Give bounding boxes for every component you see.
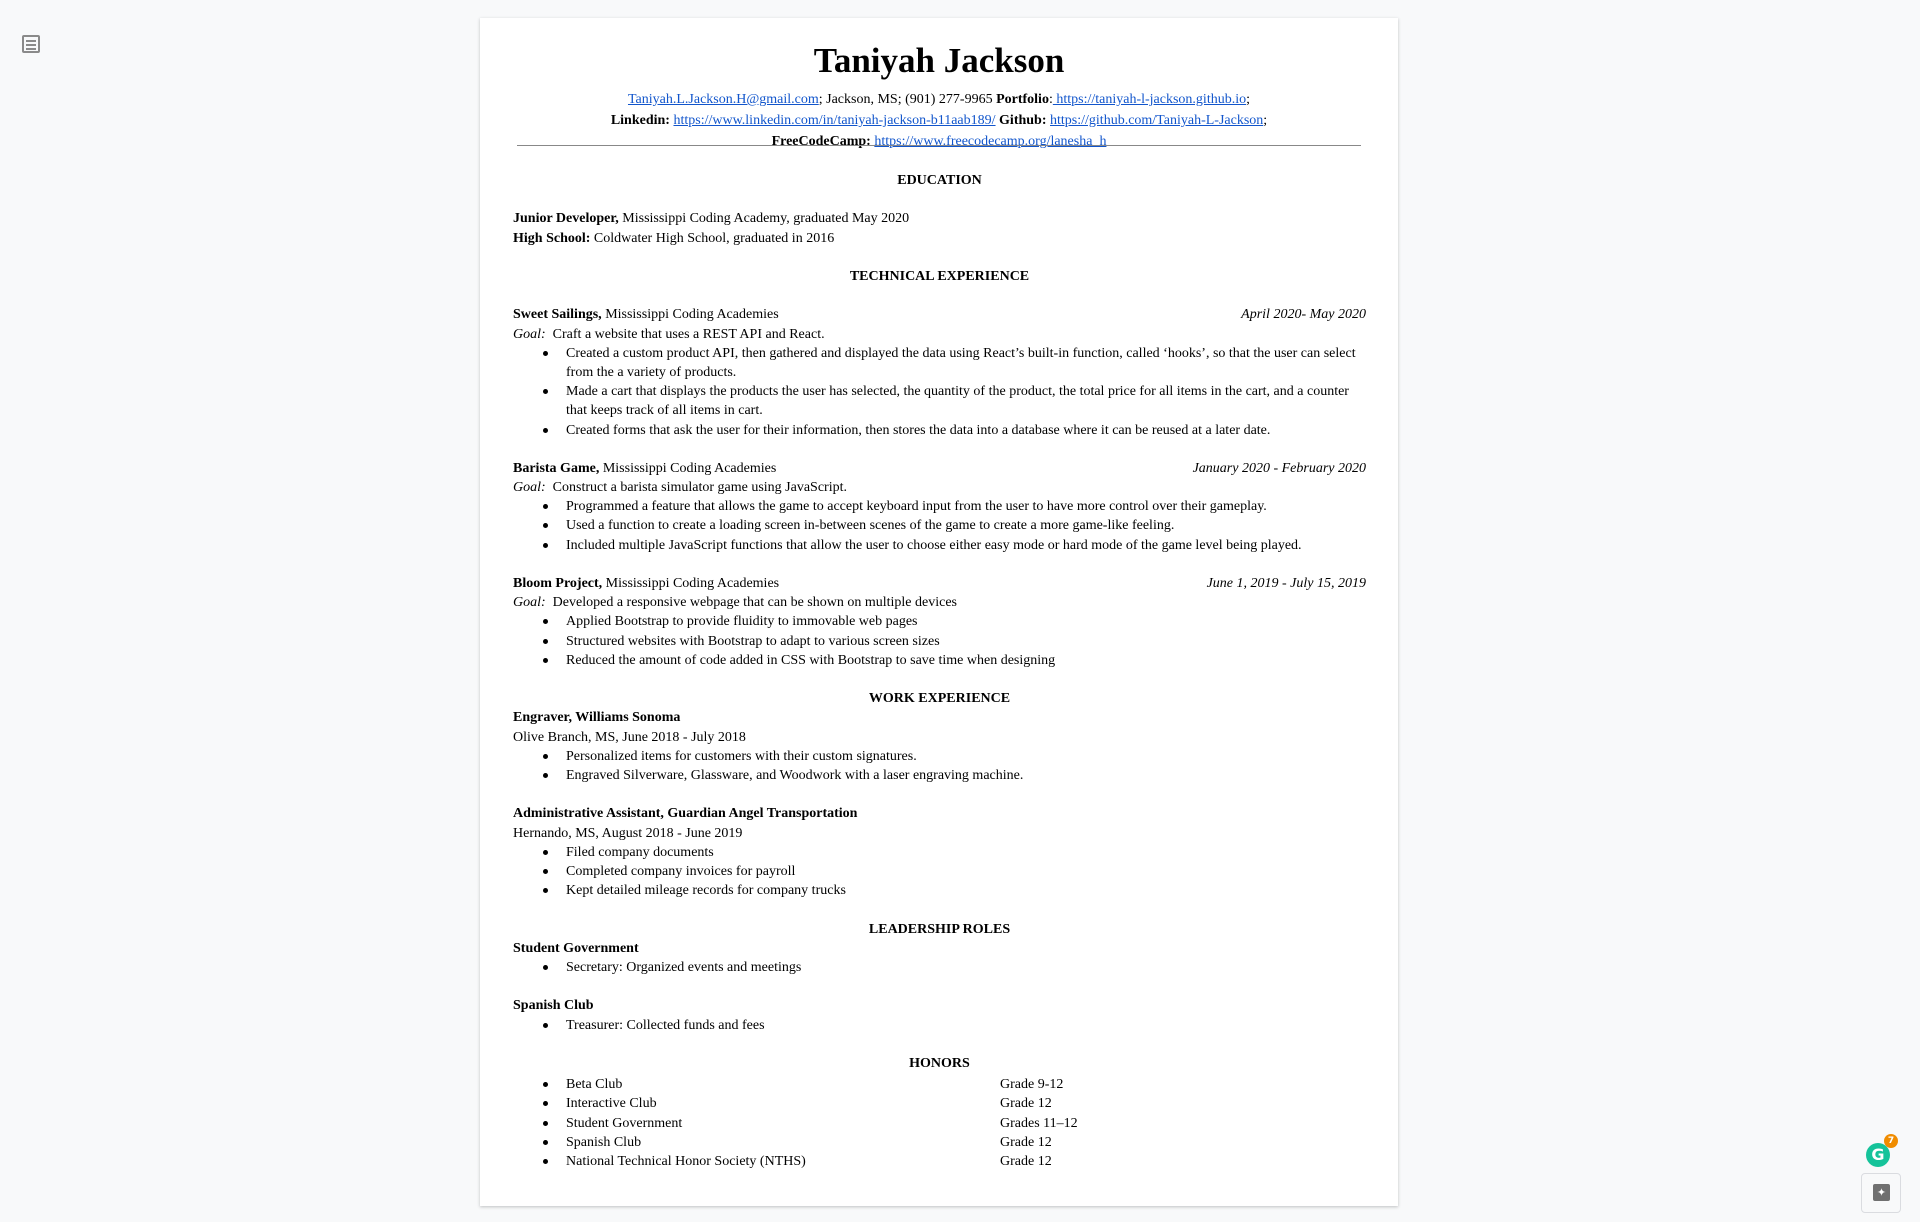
honor-grade: Grade 12 <box>1000 1096 1052 1112</box>
honor-name: Beta Club <box>566 1077 623 1093</box>
job-title: Administrative Assistant, Guardian Angel… <box>513 806 858 822</box>
honor-item: Beta Club Grade 9-12 <box>513 1075 1366 1094</box>
role-title: Student Government <box>513 940 639 956</box>
divider <box>517 145 1361 146</box>
honor-name: National Technical Honor Society (NTHS) <box>566 1153 806 1169</box>
project-dates: January 2020 - February 2020 <box>1192 460 1366 476</box>
bullet-item: Used a function to create a loading scre… <box>513 516 1366 535</box>
project-dates: April 2020- May 2020 <box>1241 307 1366 323</box>
project-title: Barista Game, <box>513 460 600 476</box>
section-heading-leadership: LEADERSHIP ROLES <box>868 921 1011 937</box>
portfolio-label: Portfolio <box>996 92 1049 107</box>
project-goal: Goal: Developed a responsive webpage that… <box>513 593 1366 612</box>
github-link[interactable]: https://github.com/Taniyah-L-Jackson <box>1050 113 1263 128</box>
bullet-item: Created forms that ask the user for thei… <box>513 421 1366 440</box>
job-meta: Hernando, MS, August 2018 - June 2019 <box>513 825 743 841</box>
job-meta: Olive Branch, MS, June 2018 - July 2018 <box>513 729 746 745</box>
section-heading-education: EDUCATION <box>897 173 982 188</box>
bullet-item: Secretary: Organized events and meetings <box>513 958 1366 977</box>
bullet-item: Completed company invoices for payroll <box>513 862 1366 881</box>
resume-name: Taniyah Jackson <box>813 41 1065 80</box>
freecodecamp-label: FreeCodeCamp: <box>771 134 871 149</box>
honor-item: Spanish Club Grade 12 <box>513 1133 1366 1152</box>
education-title: High School: <box>513 230 591 246</box>
bullet-item: Reduced the amount of code added in CSS … <box>513 651 1366 670</box>
linkedin-link[interactable]: https://www.linkedin.com/in/taniyah-jack… <box>673 113 995 128</box>
sparkle-icon: ✦ <box>1873 1184 1890 1201</box>
contact-info: Taniyah.L.Jackson.H@gmail.com; Jackson, … <box>610 92 1268 149</box>
job-title: Engraver, Williams Sonoma <box>513 710 681 726</box>
goal-label: Goal: <box>513 595 546 611</box>
goal-label: Goal: <box>513 326 546 342</box>
project-goal: Goal: Construct a barista simulator game … <box>513 478 1366 497</box>
bullet-item: Engraved Silverware, Glassware, and Wood… <box>513 766 1366 785</box>
bullet-item: Kept detailed mileage records for compan… <box>513 881 1366 900</box>
resume-body: EDUCATION Junior Developer, Mississippi C… <box>513 171 1366 1171</box>
freecodecamp-link[interactable]: https://www.freecodecamp.org/lanesha_h <box>874 134 1106 149</box>
project-org: Mississippi Coding Academies <box>602 576 780 592</box>
project-org: Mississippi Coding Academies <box>601 307 779 323</box>
section-heading-honors: HONORS <box>909 1055 970 1071</box>
goal-text: Construct a barista simulator game using… <box>552 480 847 496</box>
explore-button[interactable]: ✦ <box>1861 1173 1901 1213</box>
education-title: Junior Developer, <box>513 211 619 227</box>
bullet-item: Structured websites with Bootstrap to ad… <box>513 632 1366 651</box>
project-title: Bloom Project, <box>513 576 603 592</box>
honor-name: Interactive Club <box>566 1096 657 1112</box>
goal-text: Craft a website that uses a REST API and… <box>552 326 825 342</box>
honor-item: Interactive Club Grade 12 <box>513 1094 1366 1113</box>
bullet-item: Personalized items for customers with th… <box>513 747 1366 766</box>
honor-item: Student Government Grades 11–12 <box>513 1114 1366 1133</box>
honor-name: Student Government <box>566 1115 683 1131</box>
document-page: Taniyah Jackson Taniyah.L.Jackson.H@gmai… <box>480 18 1398 1206</box>
section-heading-work: WORK EXPERIENCE <box>868 691 1011 707</box>
project-org: Mississippi Coding Academies <box>599 460 777 476</box>
location-phone: ; Jackson, MS; (901) 277-9965 <box>818 92 997 107</box>
bullet-item: Included multiple JavaScript functions t… <box>513 536 1366 555</box>
github-label: Github: <box>999 113 1047 128</box>
education-detail: Mississippi Coding Academy, graduated Ma… <box>618 211 910 227</box>
goal-label: Goal: <box>513 480 546 496</box>
honor-grade: Grade 12 <box>1000 1134 1052 1150</box>
project-dates: June 1, 2019 - July 15, 2019 <box>1206 576 1366 592</box>
goal-text: Developed a responsive webpage that can … <box>552 595 957 611</box>
education-item: High School: Coldwater High School, grad… <box>513 229 1366 248</box>
honor-grade: Grade 9-12 <box>1000 1077 1064 1093</box>
honor-name: Spanish Club <box>566 1134 642 1150</box>
document-outline-icon[interactable] <box>22 35 40 53</box>
bullet-item: Made a cart that displays the products t… <box>513 382 1366 420</box>
section-heading-technical: TECHNICAL EXPERIENCE <box>849 268 1030 284</box>
education-detail: Coldwater High School, graduated in 2016 <box>590 230 835 246</box>
bullet-item: Treasurer: Collected funds and fees <box>513 1016 1366 1035</box>
honor-grade: Grades 11–12 <box>1000 1115 1078 1131</box>
role-title: Spanish Club <box>513 998 594 1014</box>
linkedin-label: Linkedin: <box>610 113 670 128</box>
bullet-item: Applied Bootstrap to provide fluidity to… <box>513 612 1366 631</box>
honor-item: National Technical Honor Society (NTHS) G… <box>513 1152 1366 1171</box>
project-header: Barista Game, Mississippi Coding Academi… <box>513 459 1366 478</box>
grammarly-count-badge: 7 <box>1884 1134 1898 1148</box>
bullet-item: Filed company documents <box>513 843 1366 862</box>
bullet-item: Created a custom product API, then gathe… <box>513 344 1366 382</box>
project-header: Bloom Project, Mississippi Coding Academ… <box>513 574 1366 593</box>
honor-grade: Grade 12 <box>1000 1153 1052 1169</box>
project-goal: Goal: Craft a website that uses a REST AP… <box>513 325 1366 344</box>
project-title: Sweet Sailings, <box>513 307 602 323</box>
bullet-item: Programmed a feature that allows the gam… <box>513 497 1366 516</box>
grammarly-letter: G <box>1871 1145 1885 1164</box>
portfolio-link[interactable]: https://taniyah-l-jackson.github.io <box>1053 92 1246 107</box>
email-link[interactable]: Taniyah.L.Jackson.H@gmail.com <box>628 92 819 107</box>
education-item: Junior Developer, Mississippi Coding Aca… <box>513 209 1366 228</box>
project-header: Sweet Sailings, Mississippi Coding Acade… <box>513 305 1366 324</box>
